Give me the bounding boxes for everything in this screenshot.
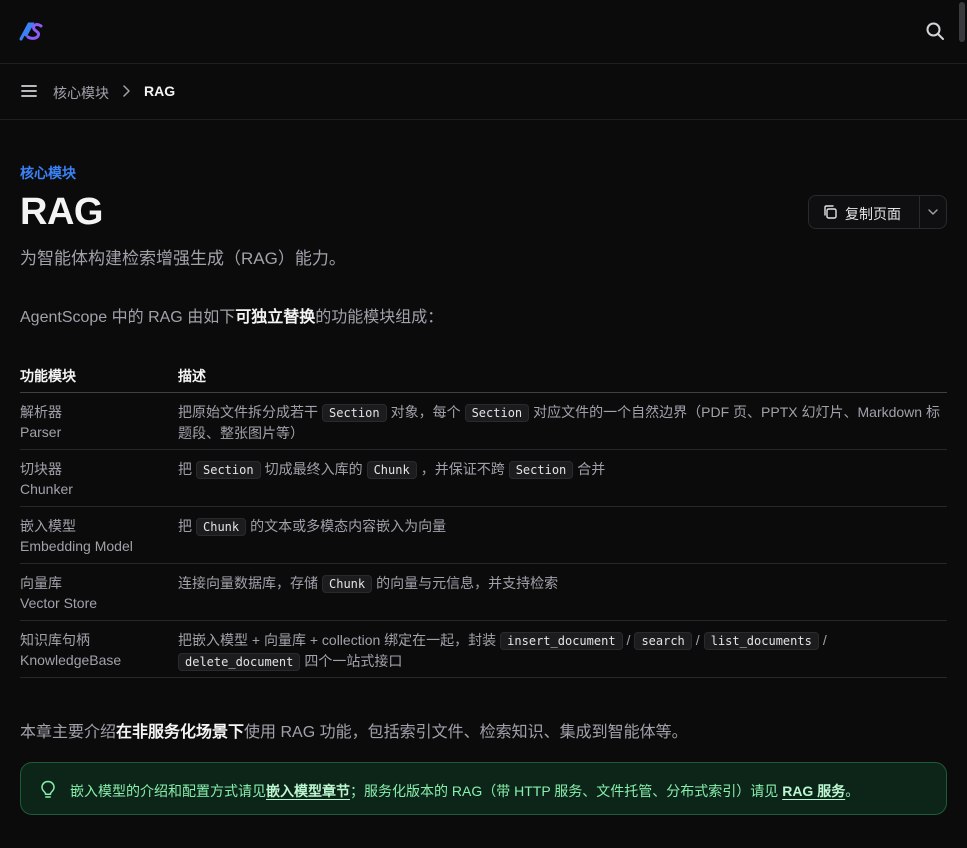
table-row: 嵌入模型 Embedding Model 把 Chunk 的文本或多模态内容嵌入为向量	[20, 507, 947, 564]
copy-options-button[interactable]	[920, 196, 947, 228]
tip-text-part: ；服务化版本的 RAG（带 HTTP 服务、文件托管、分布式索引）请见	[350, 783, 783, 799]
module-name: 嵌入模型 Embedding Model	[20, 516, 133, 556]
copy-page-group: 复制页面	[808, 195, 947, 229]
breadcrumb-current: RAG	[144, 83, 176, 99]
desc-text: 把嵌入模型 + 向量库 + collection 绑定在一起，封装	[178, 632, 497, 648]
tip-callout: 嵌入模型的介绍和配置方式请见嵌入模型章节；服务化版本的 RAG（带 HTTP 服…	[20, 762, 947, 815]
tip-text-part: 。	[845, 783, 860, 799]
intro-paragraph: AgentScope 中的 RAG 由如下可独立替换的功能模块组成：	[20, 303, 443, 327]
inline-code: list_documents	[703, 632, 819, 650]
outro-bold: 在非服务化场景下	[116, 724, 245, 741]
tip-text: 嵌入模型的介绍和配置方式请见嵌入模型章节；服务化版本的 RAG（带 HTTP 服…	[70, 781, 859, 801]
inline-code: Section	[464, 404, 530, 422]
module-name-en: Chunker	[20, 481, 73, 497]
desc-text: /	[626, 632, 631, 648]
embedding-model-link[interactable]: 嵌入模型章节	[266, 783, 350, 799]
module-name-zh: 解析器	[20, 404, 62, 420]
copy-page-label: 复制页面	[845, 206, 901, 222]
lightbulb-icon	[41, 780, 55, 798]
inline-code: Section	[508, 461, 574, 479]
desc-text: 连接向量数据库，存储	[178, 575, 318, 591]
page-description: 为智能体构建检索增强生成（RAG）能力。	[20, 249, 346, 268]
breadcrumb: 核心模块 RAG	[0, 64, 967, 120]
header-description: 描述	[178, 368, 206, 384]
module-description: 把 Section 切成最终入库的 Chunk ，并保证不跨 Section 合并	[178, 459, 943, 480]
scrollbar[interactable]	[959, 2, 965, 42]
module-name: 切块器 Chunker	[20, 459, 73, 499]
modules-table: 功能模块 描述 解析器 Parser 把原始文件拆分成若干 Section 对象，每个…	[20, 360, 947, 678]
outro-paragraph: 本章主要介绍在非服务化场景下使用 RAG 功能，包括索引文件、检索知识、集成到智…	[20, 718, 688, 742]
agentscope-logo[interactable]	[19, 21, 43, 41]
chevron-down-icon	[928, 209, 938, 215]
module-name: 知识库句柄 KnowledgeBase	[20, 630, 121, 670]
table-row: 切块器 Chunker 把 Section 切成最终入库的 Chunk ，并保证不跨 Sec…	[20, 450, 947, 507]
module-name-zh: 知识库句柄	[20, 632, 90, 648]
intro-bold: 可独立替换	[235, 309, 316, 326]
module-name-zh: 嵌入模型	[20, 518, 76, 534]
module-name: 解析器 Parser	[20, 402, 62, 442]
desc-text: 的文本或多模态内容嵌入为向量	[250, 518, 447, 534]
page-title: RAG	[20, 191, 103, 233]
outro-text: 本章主要介绍	[20, 724, 117, 741]
desc-text: 四个一站式接口	[304, 653, 403, 669]
chevron-right-icon	[123, 85, 130, 97]
desc-text: 的向量与元信息，并支持检索	[376, 575, 559, 591]
search-icon[interactable]	[924, 20, 946, 42]
module-description: 把原始文件拆分成若干 Section 对象，每个 Section 对应文件的一个自然边界…	[178, 402, 943, 443]
copy-icon	[824, 205, 837, 219]
inline-code: delete_document	[178, 653, 301, 671]
module-name: 向量库 Vector Store	[20, 573, 97, 613]
desc-text: 把原始文件拆分成若干	[178, 404, 318, 420]
section-label: 核心模块	[20, 165, 76, 181]
intro-text: AgentScope 中的 RAG 由如下	[20, 309, 236, 326]
desc-text: /	[695, 632, 700, 648]
inline-code: Chunk	[196, 518, 247, 536]
desc-text: 合并	[577, 461, 606, 477]
desc-text: /	[822, 632, 827, 648]
copy-page-button[interactable]: 复制页面	[809, 196, 919, 228]
module-description: 连接向量数据库，存储 Chunk 的向量与元信息，并支持检索	[178, 573, 943, 594]
intro-text-end: 的功能模块组成：	[315, 309, 444, 326]
desc-text: 对象，每个	[390, 404, 461, 420]
desc-text: ，并保证不跨	[420, 461, 505, 477]
module-name-en: Parser	[20, 424, 62, 440]
table-row: 向量库 Vector Store 连接向量数据库，存储 Chunk 的向量与元信息，并…	[20, 564, 947, 621]
table-row: 知识库句柄 KnowledgeBase 把嵌入模型 + 向量库 + collect…	[20, 621, 947, 678]
breadcrumb-parent[interactable]: 核心模块	[53, 83, 109, 103]
inline-code: Chunk	[322, 575, 373, 593]
inline-code: Section	[196, 461, 261, 479]
inline-code: Section	[322, 404, 387, 422]
inline-code: search	[634, 632, 692, 650]
rag-service-link[interactable]: RAG 服务	[782, 783, 845, 799]
header-module: 功能模块	[20, 368, 76, 384]
module-name-zh: 向量库	[20, 575, 62, 591]
top-bar	[0, 0, 967, 64]
outro-text-end: 使用 RAG 功能，包括索引文件、检索知识、集成到智能体等。	[244, 724, 688, 741]
table-header: 功能模块 描述	[20, 360, 947, 393]
module-description: 把 Chunk 的文本或多模态内容嵌入为向量	[178, 516, 943, 537]
module-name-en: Vector Store	[20, 595, 98, 611]
menu-icon[interactable]	[20, 82, 38, 100]
module-name-zh: 切块器	[20, 461, 62, 477]
desc-text: 把	[178, 461, 192, 477]
module-name-en: KnowledgeBase	[20, 652, 122, 668]
inline-code: insert_document	[500, 632, 623, 650]
inline-code: Chunk	[366, 461, 417, 479]
table-row: 解析器 Parser 把原始文件拆分成若干 Section 对象，每个 Section 对…	[20, 393, 947, 450]
tip-text-part: 嵌入模型的介绍和配置方式请见	[70, 783, 266, 799]
desc-text: 切成最终入库的	[264, 461, 363, 477]
desc-text: 把	[178, 518, 192, 534]
module-name-en: Embedding Model	[20, 538, 133, 554]
module-description: 把嵌入模型 + 向量库 + collection 绑定在一起，封装 insert_…	[178, 630, 943, 672]
